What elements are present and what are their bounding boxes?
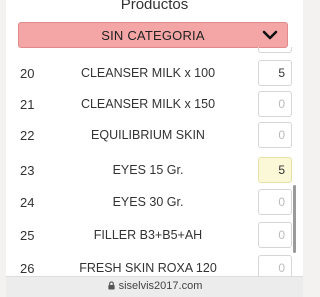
quantity-input[interactable]: 0 <box>258 91 292 117</box>
product-name: EQUILIBRIUM SKIN <box>91 128 205 142</box>
quantity-input[interactable]: 5 <box>258 157 292 183</box>
quantity-input[interactable]: 0 <box>258 222 292 248</box>
quantity-input-partial[interactable] <box>258 47 292 53</box>
product-name: EYES 30 Gr. <box>112 195 184 209</box>
product-number: 20 <box>20 66 35 81</box>
product-number: 24 <box>20 195 35 210</box>
app-frame: Productos SIN CATEGORIA 20 CLEANSER MILK… <box>6 0 303 297</box>
browser-url-bar[interactable]: siselvis2017.com <box>6 276 303 297</box>
category-dropdown-label: SIN CATEGORIA <box>101 28 205 43</box>
product-number: 26 <box>20 261 35 276</box>
list-item: 21 CLEANSER MILK x 150 0 <box>6 88 303 120</box>
scrollbar[interactable] <box>293 185 296 253</box>
product-number: 25 <box>20 228 35 243</box>
lock-icon <box>107 281 115 290</box>
category-dropdown[interactable]: SIN CATEGORIA <box>18 22 288 48</box>
quantity-input[interactable]: 0 <box>258 122 292 148</box>
list-item: 22 EQUILIBRIUM SKIN 0 <box>6 119 303 151</box>
chevron-down-icon <box>262 30 278 40</box>
list-item: 23 EYES 15 Gr. 5 <box>6 154 303 186</box>
list-item: 25 FILLER B3+B5+AH 0 <box>6 219 303 251</box>
list-item: 24 EYES 30 Gr. 0 <box>6 186 303 218</box>
product-name: FRESH SKIN ROXA 120 <box>79 261 217 275</box>
product-number: 22 <box>20 128 35 143</box>
product-name: FILLER B3+B5+AH <box>93 228 203 242</box>
product-number: 23 <box>20 163 35 178</box>
quantity-input[interactable]: 0 <box>258 189 292 215</box>
page-title: Productos <box>120 0 189 13</box>
list-item: 20 CLEANSER MILK x 100 5 <box>6 57 303 89</box>
quantity-input[interactable]: 5 <box>258 60 292 86</box>
product-name: CLEANSER MILK x 100 <box>80 66 216 80</box>
product-name: CLEANSER MILK x 150 <box>80 97 216 111</box>
product-number: 21 <box>20 97 35 112</box>
url-text: siselvis2017.com <box>118 280 203 292</box>
product-name: EYES 15 Gr. <box>112 163 184 177</box>
